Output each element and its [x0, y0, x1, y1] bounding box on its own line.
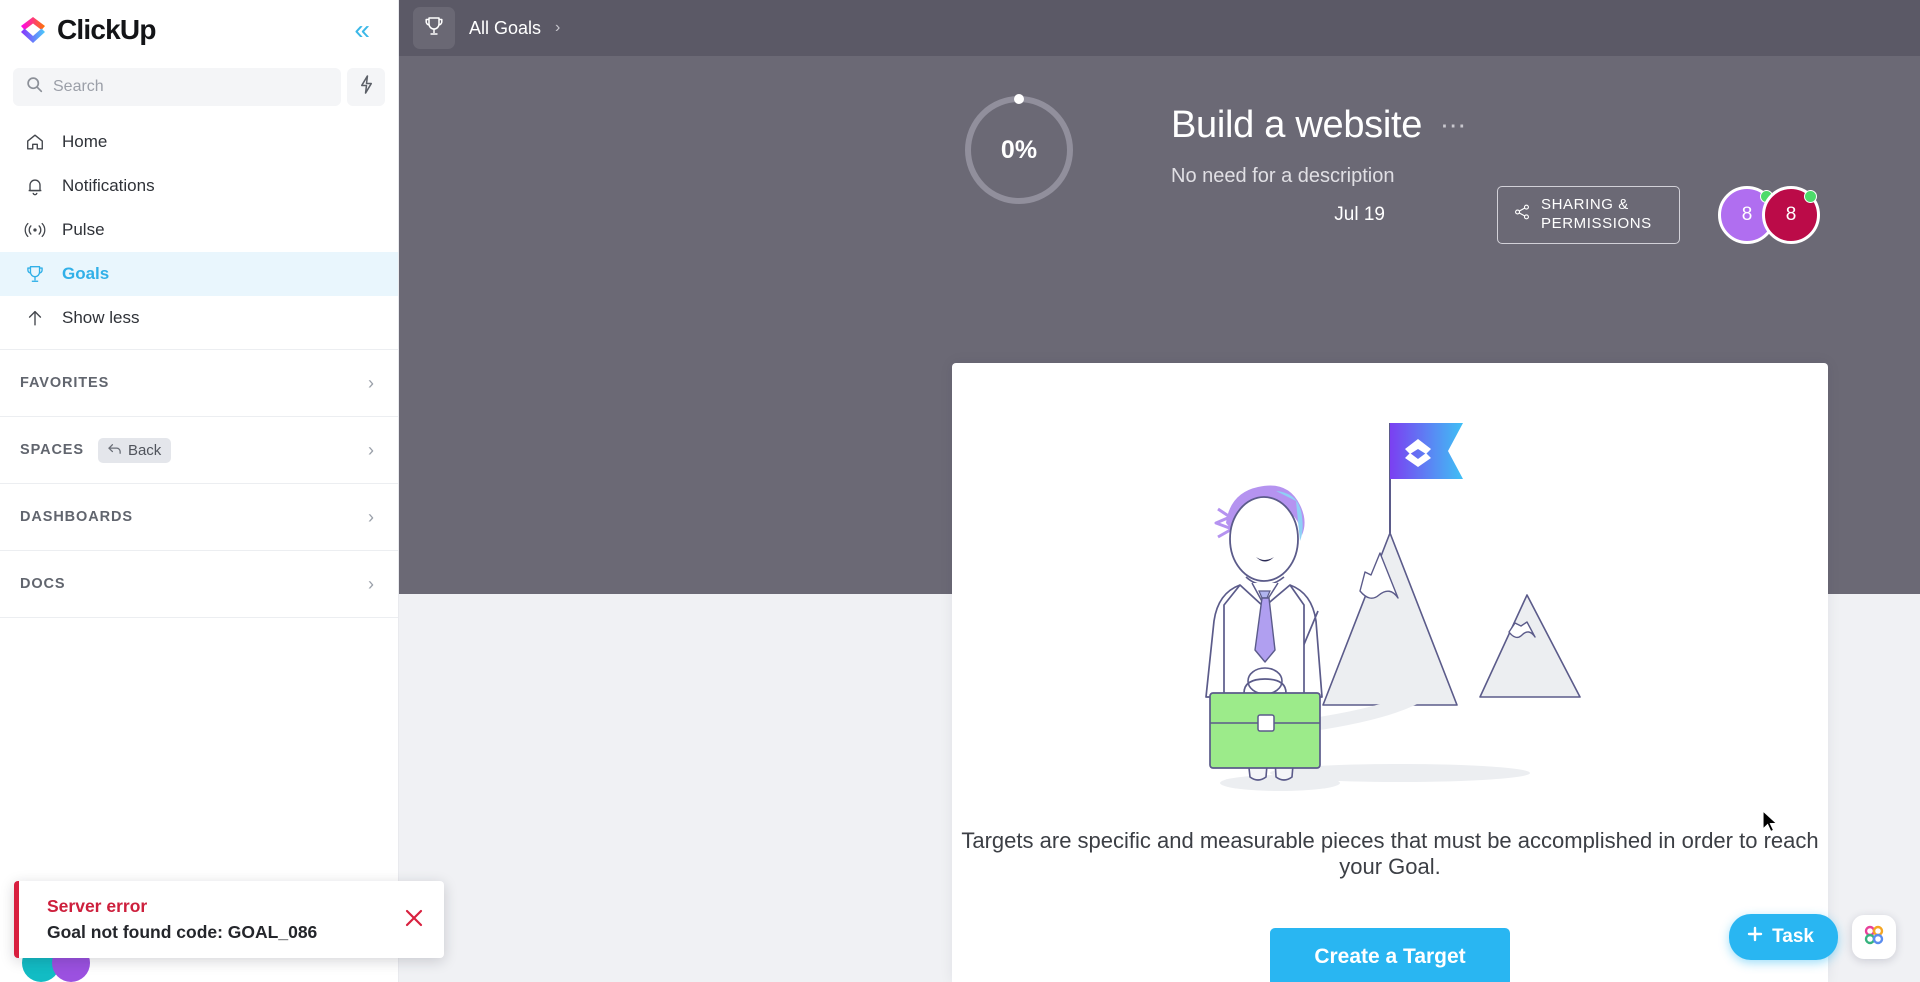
- breadcrumb-separator: ›: [555, 19, 561, 36]
- quick-action-bolt-button[interactable]: [347, 68, 385, 106]
- sidebar-section-spaces[interactable]: SPACES Back ›: [0, 417, 398, 484]
- avatar-initial: 8: [1741, 204, 1753, 225]
- chevron-right-icon[interactable]: ›: [368, 440, 374, 461]
- apps-grid-button[interactable]: [1852, 915, 1896, 959]
- collapse-sidebar-button[interactable]: «: [348, 12, 376, 48]
- close-icon[interactable]: [388, 906, 426, 934]
- section-title: DASHBOARDS: [20, 509, 133, 525]
- error-toast: Server error Goal not found code: GOAL_0…: [14, 881, 444, 958]
- sidebar-section-docs[interactable]: DOCS ›: [0, 551, 398, 618]
- goal-title-row: Build a website ⋯: [1171, 104, 1468, 147]
- chevron-right-icon[interactable]: ›: [368, 574, 374, 595]
- goal-description: No need for a description: [1171, 165, 1395, 187]
- toast-title: Server error: [47, 896, 148, 916]
- goal-members: 8 8: [1718, 186, 1820, 244]
- home-icon: [24, 132, 46, 152]
- lightning-bolt-icon: [358, 75, 375, 99]
- section-left: SPACES Back: [20, 437, 172, 463]
- spaces-back-label: Back: [127, 441, 162, 459]
- sidebar-item-show-less[interactable]: Show less: [0, 296, 398, 340]
- back-arrow-icon: [108, 442, 122, 459]
- goal-text-block: Build a website ⋯ No need for a descript…: [1171, 90, 1468, 188]
- clickup-app: ClickUp « Search Home Notifications Puls…: [0, 0, 1920, 982]
- main-area: All Goals › 0% Build a website ⋯ No need…: [399, 0, 1920, 982]
- ellipsis-icon[interactable]: ⋯: [1440, 112, 1468, 139]
- sidebar-section-favorites[interactable]: FAVORITES ›: [0, 350, 398, 417]
- sidebar-item-notifications[interactable]: Notifications: [0, 164, 398, 208]
- new-task-button[interactable]: Task: [1729, 914, 1838, 960]
- section-left: DOCS: [20, 576, 66, 592]
- toast-message: Goal not found code: GOAL_086: [47, 922, 318, 942]
- search-box[interactable]: [13, 68, 341, 106]
- apps-grid-icon: [1862, 923, 1886, 952]
- sharing-permissions-label: SHARING & PERMISSIONS: [1541, 196, 1652, 232]
- avatar-initial: 8: [1785, 204, 1797, 225]
- targets-empty-state-card: Targets are specific and measurable piec…: [952, 363, 1828, 982]
- sidebar-item-home[interactable]: Home: [0, 120, 398, 164]
- online-status-dot: [1804, 190, 1817, 203]
- trophy-icon: [423, 15, 445, 42]
- section-left: DASHBOARDS: [20, 509, 133, 525]
- sidebar-header: ClickUp «: [0, 0, 398, 60]
- top-breadcrumb-bar: All Goals ›: [399, 0, 1920, 56]
- toast-body: Server error Goal not found code: GOAL_0…: [47, 896, 317, 943]
- goal-progress-ring: 0%: [959, 90, 1079, 210]
- brand[interactable]: ClickUp: [18, 14, 156, 46]
- sidebar-item-label: Pulse: [62, 220, 105, 239]
- sidebar-item-label: Home: [62, 132, 108, 151]
- empty-state-text: Targets are specific and measurable piec…: [961, 828, 1819, 879]
- spaces-back-button[interactable]: Back: [97, 437, 172, 463]
- section-left: FAVORITES: [20, 375, 109, 391]
- clickup-logo-icon: [18, 15, 48, 45]
- goal-progress-label: 0%: [1000, 135, 1038, 164]
- sidebar-section-dashboards[interactable]: DASHBOARDS ›: [0, 484, 398, 551]
- primary-navigation: Home Notifications Pulse Goals Show less: [0, 116, 398, 340]
- brand-name: ClickUp: [57, 14, 156, 45]
- section-title: FAVORITES: [20, 375, 110, 391]
- new-task-label: Task: [1772, 926, 1814, 947]
- section-title: SPACES: [20, 442, 84, 458]
- search-icon: [26, 76, 43, 98]
- goal-header-right: Jul 19 SHARING & PERMISSIONS 8 8: [1334, 186, 1820, 244]
- avatar[interactable]: 8: [1762, 186, 1820, 244]
- bell-icon: [24, 176, 46, 196]
- sidebar-item-label: Notifications: [62, 176, 155, 195]
- search-input[interactable]: [53, 78, 328, 96]
- chevron-right-icon[interactable]: ›: [368, 507, 374, 528]
- sidebar-item-label: Goals: [62, 264, 110, 283]
- section-title: DOCS: [20, 576, 66, 592]
- page-title: Build a website: [1171, 104, 1423, 146]
- create-target-button[interactable]: Create a Target: [1270, 928, 1510, 982]
- person-with-briefcase-mountain-flag-illustration: [1180, 405, 1600, 810]
- breadcrumb-all-goals[interactable]: All Goals: [459, 18, 551, 39]
- pulse-icon: [24, 220, 46, 240]
- arrow-up-icon: [24, 308, 46, 328]
- sidebar-item-label: Show less: [62, 308, 140, 327]
- goal-due-date[interactable]: Jul 19: [1334, 204, 1385, 226]
- chevron-right-icon[interactable]: ›: [368, 373, 374, 394]
- breadcrumb-trophy-button[interactable]: [413, 7, 455, 49]
- share-icon: [1514, 204, 1530, 226]
- sharing-permissions-button[interactable]: SHARING & PERMISSIONS: [1497, 186, 1680, 244]
- trophy-icon: [24, 264, 46, 284]
- sidebar-item-goals[interactable]: Goals: [0, 252, 398, 296]
- plus-icon: [1747, 926, 1763, 948]
- sidebar: ClickUp « Search Home Notifications Puls…: [0, 0, 444, 982]
- sidebar-search-row: [0, 60, 398, 116]
- floating-action-buttons: Task: [1729, 914, 1896, 960]
- sidebar-item-pulse[interactable]: Pulse: [0, 208, 398, 252]
